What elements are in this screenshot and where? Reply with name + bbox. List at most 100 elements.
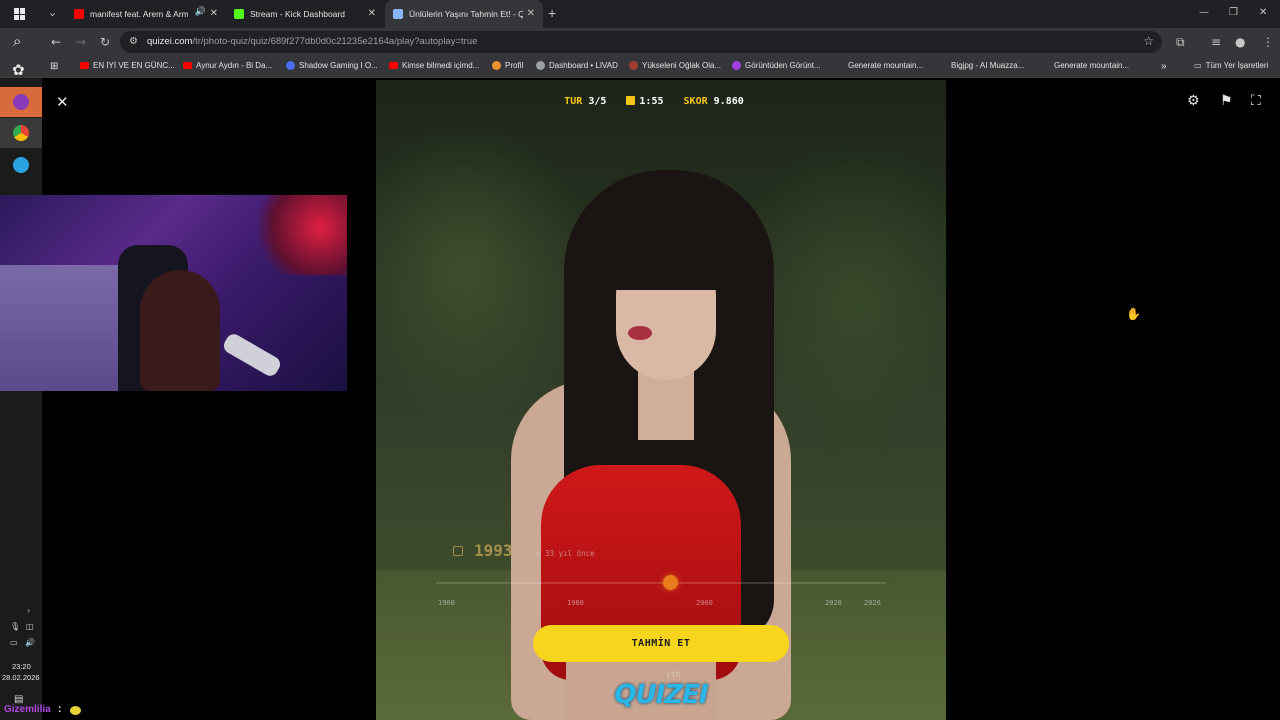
address-bar[interactable]: ⚙ quizei.com/tr/photo-quiz/quiz/689f277d… xyxy=(120,31,1162,53)
bookmark-star-icon[interactable]: ☆ xyxy=(1143,34,1154,48)
close-tab-icon[interactable]: ✕ xyxy=(210,8,218,19)
hand-cursor-icon: ✋ xyxy=(1126,307,1141,321)
gear-icon xyxy=(536,61,545,70)
tab-kick-dashboard[interactable]: Stream - Kick Dashboard ✕ xyxy=(226,0,384,28)
network-icon[interactable]: ▭ xyxy=(10,638,18,647)
slider-handle[interactable] xyxy=(662,575,678,590)
timer-value: 1:55 xyxy=(639,96,664,107)
microphone xyxy=(221,331,283,379)
url-text[interactable]: quizei.com/tr/photo-quiz/quiz/689f277db0… xyxy=(147,36,477,47)
camera-icon[interactable]: ◫ xyxy=(26,622,34,631)
youtube-icon xyxy=(183,62,192,69)
flag-icon[interactable]: ⚑ xyxy=(1220,93,1233,109)
extensions-icon[interactable]: ⧉ xyxy=(1176,35,1185,50)
guess-button[interactable]: TAHMİN ET xyxy=(533,625,789,662)
webcam-background xyxy=(0,265,120,391)
system-time[interactable]: 23:20 xyxy=(12,662,31,671)
folder-icon: ▭ xyxy=(1194,61,1202,70)
tab-quizei[interactable]: Ünlülerin Yaşını Tahmin Et! - Qu ✕ xyxy=(385,0,543,28)
calendar-icon xyxy=(453,546,463,556)
minimize-icon[interactable]: — xyxy=(1199,7,1209,18)
bookmarks-bar: ⊞ EN İYİ VE EN GÜNC... Aynur Aydın - Bi … xyxy=(0,56,1280,78)
logo-subtext: ith xyxy=(666,670,681,679)
telegram-icon[interactable] xyxy=(13,157,29,173)
game-hud: TUR 3/5 1:55 SKOR 9.860 xyxy=(376,96,946,107)
taskbar-app-active[interactable] xyxy=(0,87,42,117)
speaker-icon[interactable]: 🔊 xyxy=(195,7,206,17)
timer-icon xyxy=(626,96,636,105)
site-icon xyxy=(286,61,295,70)
bookmark-item[interactable]: Bigjpg - AI Muazza... xyxy=(951,61,1024,70)
site-icon xyxy=(732,61,741,70)
all-bookmarks[interactable]: ▭ Tüm Yer İşaretleri xyxy=(1194,61,1268,70)
streamer xyxy=(140,270,220,391)
windows-logo-icon[interactable] xyxy=(14,8,26,20)
bookmark-item[interactable]: Görüntüden Görünt... xyxy=(732,61,821,70)
close-icon[interactable]: ✕ xyxy=(56,93,69,111)
bookmark-item[interactable]: Dashboard • LIVAD xyxy=(536,61,618,70)
bookmark-item[interactable]: Shadow Gaming I O... xyxy=(286,61,378,70)
emoji-icon xyxy=(70,706,81,715)
tab-strip: ⌄ manifest feat. Arem & Arm 🔊 ✕ Stream -… xyxy=(0,0,1280,28)
quizei-favicon-icon xyxy=(393,9,403,19)
kick-favicon-icon xyxy=(234,9,244,19)
gear-icon[interactable]: ⚙ xyxy=(1187,93,1200,109)
more-bookmarks-icon[interactable]: » xyxy=(1161,61,1167,72)
fullscreen-icon[interactable]: ⛶ xyxy=(1251,93,1261,109)
microphone-icon[interactable]: 🎙 xyxy=(10,622,20,631)
site-icon xyxy=(629,61,638,70)
window-close-icon[interactable]: ✕ xyxy=(1259,7,1267,18)
bookmark-item[interactable]: EN İYİ VE EN GÜNC... xyxy=(80,61,175,70)
tick-label: 1960 xyxy=(438,599,455,607)
close-tab-icon[interactable]: ✕ xyxy=(368,8,376,19)
bookmark-item[interactable]: Generate mountain... xyxy=(1054,61,1129,70)
system-date[interactable]: 28.02.2026 xyxy=(2,673,40,682)
bookmark-item[interactable]: Kimse bilmedi içimd... xyxy=(389,61,479,70)
youtube-icon xyxy=(389,62,398,69)
bookmark-item[interactable]: Generate mountain... xyxy=(848,61,923,70)
forward-icon[interactable]: → xyxy=(76,35,86,49)
year-slider[interactable]: 1993 ◷ 33 yıl önce 1960 1980 2000 2020 2… xyxy=(376,535,946,615)
tick-label: 2020 xyxy=(825,599,842,607)
media-control-icon[interactable]: ≡ xyxy=(1211,35,1221,49)
browser-toolbar: ← → ↻ ⚙ quizei.com/tr/photo-quiz/quiz/68… xyxy=(0,28,1280,56)
close-tab-icon[interactable]: ✕ xyxy=(527,8,535,19)
profile-icon xyxy=(492,61,501,70)
search-icon[interactable]: ⌕ xyxy=(13,32,21,50)
volume-icon[interactable]: 🔊 xyxy=(25,638,35,647)
reload-icon[interactable]: ↻ xyxy=(100,35,110,49)
apps-grid-icon[interactable]: ⊞ xyxy=(50,61,58,72)
tick-label: 1980 xyxy=(567,599,584,607)
restore-icon[interactable]: ❐ xyxy=(1229,7,1238,18)
taskbar-app-chrome[interactable] xyxy=(0,118,42,148)
tick-label: 2026 xyxy=(864,599,881,607)
bookmark-item[interactable]: Aynur Aydın - Bi Da... xyxy=(183,61,272,70)
score-value: 9.860 xyxy=(713,96,744,107)
round-value: 3/5 xyxy=(588,96,607,107)
new-tab-icon[interactable]: + xyxy=(548,5,556,21)
profile-avatar-icon[interactable]: ● xyxy=(1235,35,1245,49)
chat-separator: : xyxy=(58,704,62,715)
taskbar xyxy=(0,78,42,720)
selected-year: 1993 xyxy=(474,541,513,560)
bookmark-item[interactable]: Yükseleni Oğlak Ola... xyxy=(629,61,721,70)
tab-title: Stream - Kick Dashboard xyxy=(250,9,345,19)
site-info-icon[interactable]: ⚙ xyxy=(129,36,138,47)
tab-title: Ünlülerin Yaşını Tahmin Et! - Qu xyxy=(409,9,523,19)
score-label: SKOR xyxy=(683,96,708,107)
quizei-logo: QUIZEI xyxy=(614,680,708,710)
webcam-overlay xyxy=(0,195,347,391)
back-icon[interactable]: ← xyxy=(51,35,61,49)
round-label: TUR xyxy=(564,96,583,107)
tab-youtube-music[interactable]: manifest feat. Arem & Arm 🔊 ✕ xyxy=(66,0,226,28)
slider-track[interactable] xyxy=(436,582,886,584)
menu-kebab-icon[interactable]: ⋮ xyxy=(1262,35,1274,49)
webcam-light xyxy=(257,195,347,275)
tray-expand-icon[interactable]: › xyxy=(27,606,30,615)
app-icon xyxy=(13,94,29,110)
chatgpt-icon[interactable]: ✿ xyxy=(12,61,25,79)
bookmark-item[interactable]: Profil xyxy=(492,61,523,70)
chrome-icon xyxy=(13,125,29,141)
quiz-photo-stage: TUR 3/5 1:55 SKOR 9.860 1993 ◷ 33 yıl ön… xyxy=(376,80,946,720)
tab-search-chevron-icon[interactable]: ⌄ xyxy=(48,6,57,19)
